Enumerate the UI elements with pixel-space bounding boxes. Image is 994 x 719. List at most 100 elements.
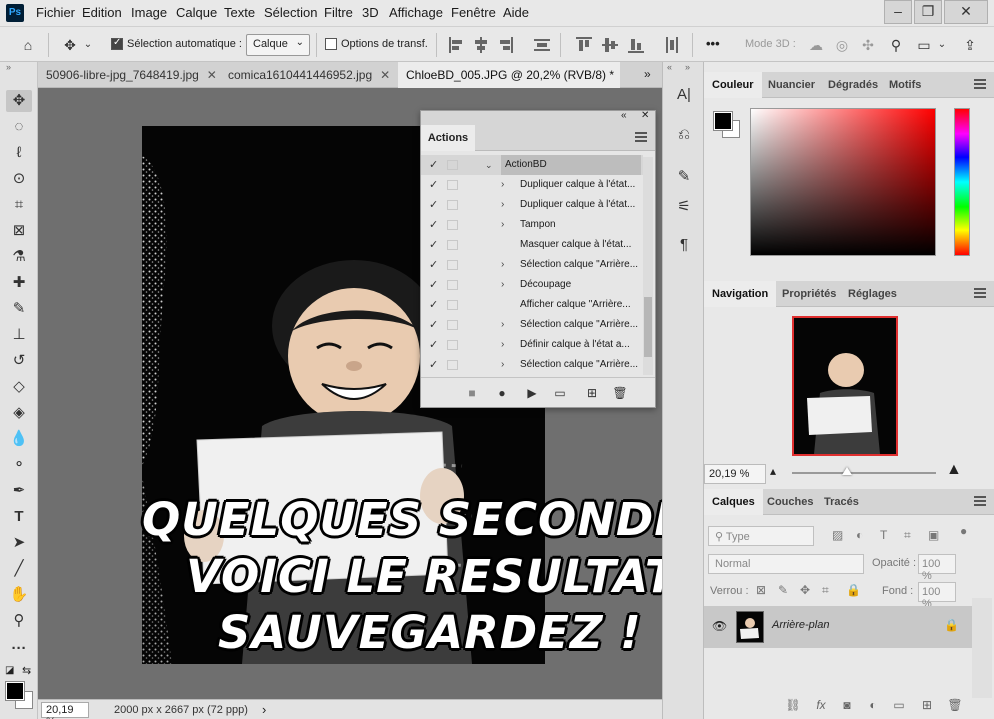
- auto-select-checkbox[interactable]: [111, 37, 123, 50]
- filter-toggle-icon[interactable]: ●: [960, 524, 967, 538]
- filter-adjustment-icon[interactable]: ◐: [856, 528, 863, 542]
- more-options-button[interactable]: •••: [706, 36, 720, 51]
- tab-document-3[interactable]: ChloeBD_005.JPG @ 20,2% (RVB/8) *✕: [398, 62, 620, 88]
- close-icon[interactable]: ✕: [641, 110, 649, 121]
- layer-filter-dropdown[interactable]: ⚲ Type: [708, 526, 814, 546]
- play-icon[interactable]: ▶: [523, 384, 541, 402]
- brush-tool-icon[interactable]: ✎: [6, 298, 32, 320]
- action-row[interactable]: ✓ › Sélection calque "Arrière...: [421, 255, 643, 275]
- action-set-row[interactable]: ✓ ⌄ ActionBD: [421, 155, 643, 175]
- align-right-icon[interactable]: [498, 36, 514, 54]
- color-picker-field[interactable]: [750, 108, 936, 256]
- tab-document-2[interactable]: comica1610441446952.jpg ✕: [220, 62, 396, 88]
- check-icon[interactable]: ✓: [429, 335, 438, 355]
- paint-bucket-tool-icon[interactable]: ◈: [6, 402, 32, 424]
- lock-position-icon[interactable]: ✥: [800, 583, 810, 597]
- action-row[interactable]: ✓ › Sélection calque "Arrière...: [421, 315, 643, 335]
- dialog-toggle-icon[interactable]: [447, 240, 458, 250]
- history-panel-icon[interactable]: ⎌: [673, 124, 695, 146]
- filter-smart-object-icon[interactable]: ▣: [928, 528, 939, 542]
- layer-row-background[interactable]: 👁 Arrière-plan 🔒: [704, 606, 972, 648]
- tabs-overflow-icon[interactable]: »: [644, 67, 651, 81]
- default-colors-icon[interactable]: ◪: [5, 665, 14, 676]
- collapse-icon[interactable]: «: [667, 62, 672, 72]
- move-tool-icon[interactable]: ✥: [60, 35, 80, 55]
- healing-brush-tool-icon[interactable]: ✚: [6, 272, 32, 294]
- foreground-color-swatch[interactable]: [5, 681, 25, 701]
- chevron-down-icon[interactable]: ⌄: [485, 155, 493, 175]
- tab-proprietes[interactable]: Propriétés: [774, 281, 844, 307]
- menu-fichier[interactable]: Fichier: [36, 5, 75, 20]
- tab-traces[interactable]: Tracés: [816, 489, 867, 515]
- lock-artboard-icon[interactable]: ⌗: [822, 583, 829, 598]
- layers-scrollbar[interactable]: [972, 598, 992, 698]
- action-row[interactable]: ✓ Afficher calque "Arrière...: [421, 295, 643, 315]
- home-icon[interactable]: ⌂: [18, 35, 38, 55]
- collapse-panel-icon[interactable]: «: [621, 110, 627, 121]
- fill-field[interactable]: 100 %: [918, 582, 956, 610]
- menu-fenetre[interactable]: Fenêtre: [451, 5, 496, 20]
- lock-pixels-icon[interactable]: ⊠: [756, 583, 766, 597]
- new-set-folder-icon[interactable]: ▭: [551, 384, 569, 402]
- chevron-down-icon[interactable]: ⌄: [936, 35, 948, 55]
- restore-button[interactable]: ❐: [914, 0, 942, 24]
- collapse-icon[interactable]: »: [6, 62, 11, 72]
- menu-selection[interactable]: Sélection: [264, 5, 317, 20]
- orbit-3d-icon[interactable]: ☁: [806, 35, 826, 55]
- lasso-tool-icon[interactable]: ℓ: [6, 142, 32, 164]
- dialog-toggle-icon[interactable]: [447, 300, 458, 310]
- close-icon[interactable]: ✕: [207, 68, 216, 82]
- filter-type-icon[interactable]: T: [880, 528, 887, 542]
- navigator-zoom-slider[interactable]: [792, 472, 936, 474]
- zoom-level-field[interactable]: 20,19 %: [41, 702, 89, 719]
- opacity-field[interactable]: 100 %: [918, 554, 956, 582]
- align-center-h-icon[interactable]: [473, 36, 489, 54]
- distribute-v-icon[interactable]: [664, 36, 680, 54]
- align-bottom-icon[interactable]: [628, 36, 644, 54]
- chevron-right-icon[interactable]: ›: [501, 275, 504, 295]
- eye-icon[interactable]: 👁: [712, 619, 727, 633]
- quick-select-tool-icon[interactable]: ⊙: [6, 168, 32, 190]
- roll-3d-icon[interactable]: ◎: [832, 35, 852, 55]
- check-icon[interactable]: ✓: [429, 295, 438, 315]
- frame-tool-icon[interactable]: ⊠: [6, 220, 32, 242]
- panel-menu-icon[interactable]: [974, 496, 986, 506]
- hue-slider[interactable]: [954, 108, 970, 256]
- trash-icon[interactable]: 🗑: [611, 384, 629, 402]
- search-icon[interactable]: ⚲: [886, 35, 906, 55]
- check-icon[interactable]: ✓: [429, 275, 438, 295]
- tab-actions[interactable]: Actions: [421, 125, 475, 151]
- panel-menu-icon[interactable]: [974, 79, 986, 89]
- check-icon[interactable]: ✓: [429, 215, 438, 235]
- move-tool-icon[interactable]: ✥: [6, 90, 32, 112]
- dodge-tool-icon[interactable]: ⚬: [6, 454, 32, 476]
- tab-calques[interactable]: Calques: [704, 489, 763, 515]
- eraser-tool-icon[interactable]: ◇: [6, 376, 32, 398]
- menu-aide[interactable]: Aide: [503, 5, 529, 20]
- tab-couleur[interactable]: Couleur: [704, 72, 762, 98]
- brushes-panel-icon[interactable]: ✎: [673, 166, 695, 188]
- dialog-toggle-icon[interactable]: [447, 160, 458, 170]
- menu-affichage[interactable]: Affichage: [389, 5, 443, 20]
- navigator-zoom-field[interactable]: 20,19 %: [704, 464, 766, 484]
- filter-pixel-icon[interactable]: ▨: [832, 528, 843, 542]
- auto-select-dropdown[interactable]: Calque ⌄: [246, 34, 310, 56]
- lock-paint-icon[interactable]: ✎: [778, 583, 788, 597]
- actions-panel-header[interactable]: « ✕: [421, 110, 655, 125]
- chevron-right-icon[interactable]: ›: [501, 355, 504, 375]
- share-icon[interactable]: ⇪: [960, 35, 980, 55]
- distribute-icon[interactable]: [534, 36, 550, 54]
- blur-tool-icon[interactable]: 💧: [6, 428, 32, 450]
- adjustment-layer-icon[interactable]: ◐: [864, 696, 882, 714]
- stop-icon[interactable]: ■: [463, 384, 481, 402]
- trash-icon[interactable]: 🗑: [946, 696, 964, 714]
- menu-3d[interactable]: 3D: [362, 5, 379, 20]
- align-top-icon[interactable]: [576, 36, 592, 54]
- zoom-tool-icon[interactable]: ⚲: [6, 610, 32, 632]
- layer-style-icon[interactable]: fx: [812, 696, 830, 714]
- type-tool-icon[interactable]: T: [6, 506, 32, 528]
- blend-mode-dropdown[interactable]: Normal: [708, 554, 864, 574]
- chevron-right-icon[interactable]: ›: [501, 175, 504, 195]
- chevron-right-icon[interactable]: ›: [501, 215, 504, 235]
- scrollbar-thumb[interactable]: [644, 297, 652, 357]
